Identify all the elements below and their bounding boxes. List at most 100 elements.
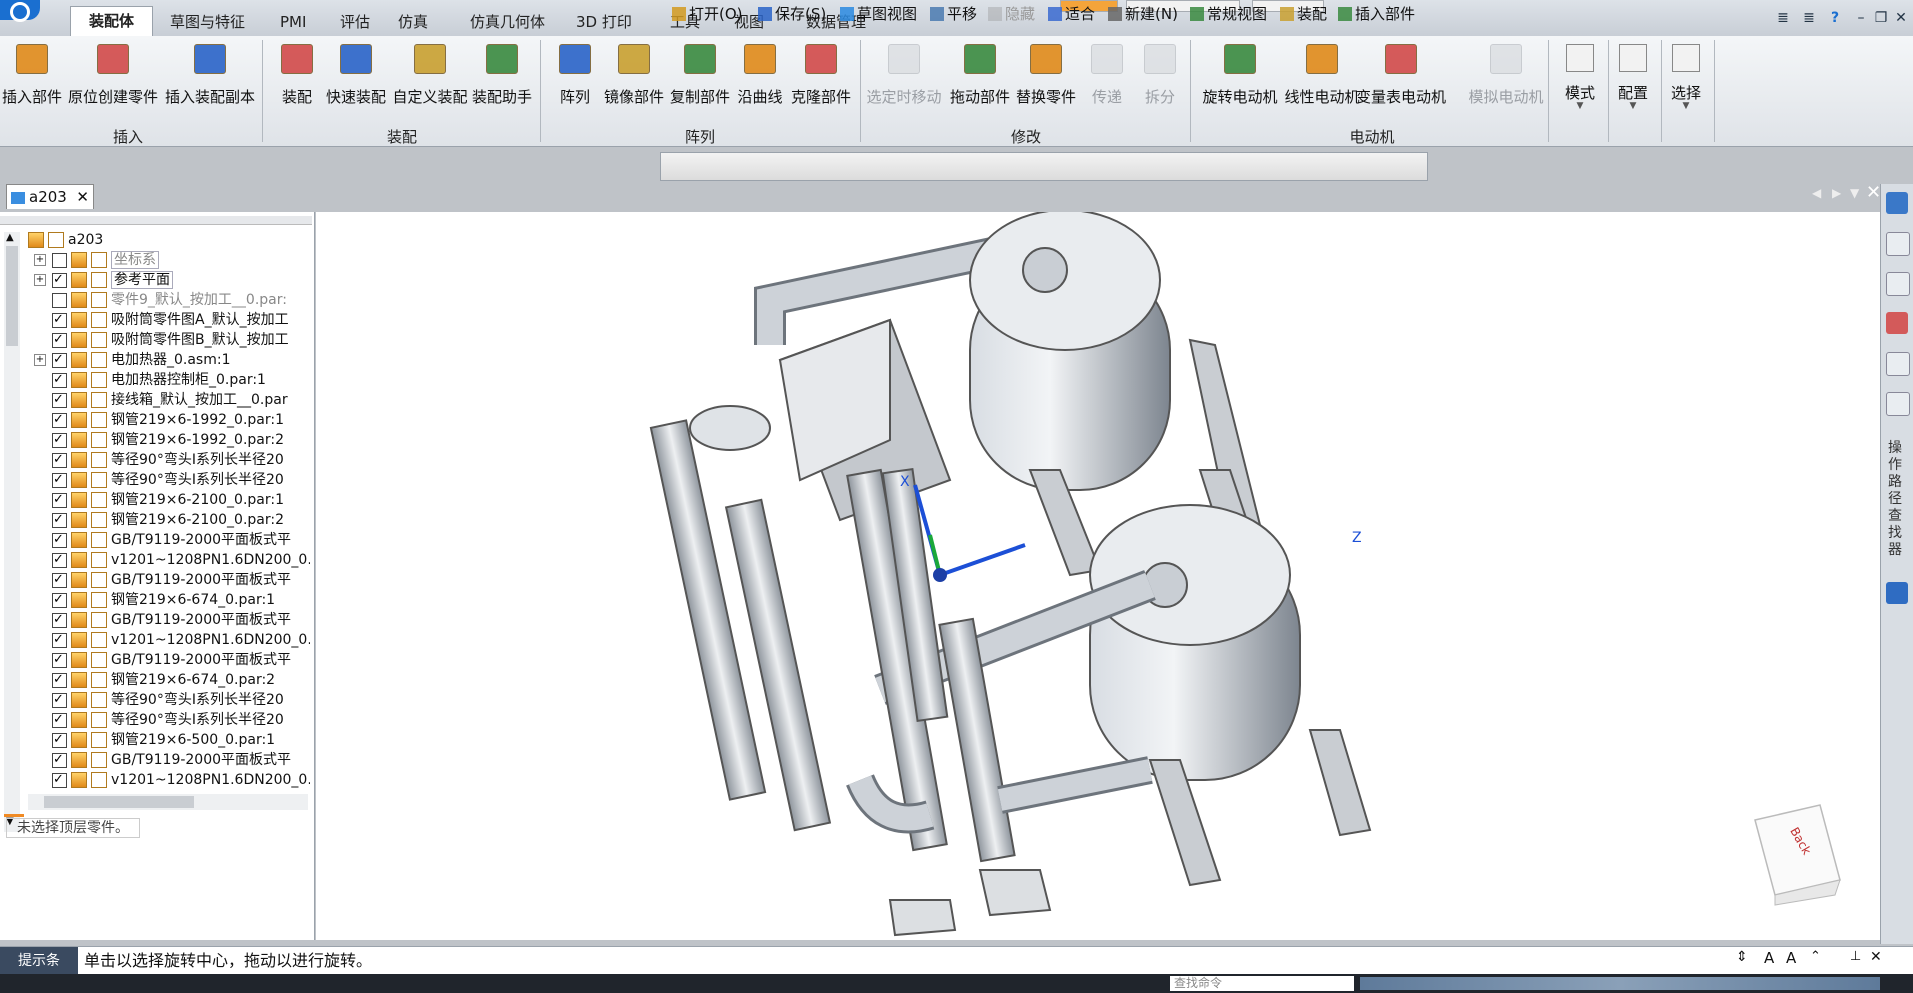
quickbar-item[interactable]: 新建(N) xyxy=(1108,3,1178,25)
close-window-icon[interactable]: ✕ xyxy=(1866,182,1881,203)
command-search-input[interactable]: 查找命令 xyxy=(1170,976,1354,991)
library-icon[interactable] xyxy=(1886,232,1910,256)
visibility-checkbox[interactable] xyxy=(52,630,67,650)
graphics-viewport[interactable]: Z X Back xyxy=(316,209,1880,940)
pathfinder-vertical-tab[interactable]: 操作路径查找器 xyxy=(1888,440,1906,559)
app-logo[interactable] xyxy=(0,0,40,22)
help-panel-icon[interactable] xyxy=(1886,192,1908,214)
tree-row[interactable]: +等径90°弯头I系列长半径20 xyxy=(34,450,310,470)
tree-row[interactable]: + 坐标系 xyxy=(34,250,310,270)
tree-row[interactable]: +GB/T9119-2000平面板式平 xyxy=(34,750,310,770)
quickbar-item[interactable]: 平移 xyxy=(930,3,977,25)
visibility-checkbox[interactable] xyxy=(52,530,67,550)
expand-toggle-icon[interactable]: + xyxy=(34,354,46,366)
font-size-small-icon[interactable]: A xyxy=(1786,949,1796,967)
quickbar-item[interactable]: 打开(O) xyxy=(672,3,743,25)
visibility-checkbox[interactable] xyxy=(52,510,67,530)
expand-toggle-icon[interactable]: + xyxy=(34,254,46,266)
quickbar-item[interactable]: 插入部件 xyxy=(1338,3,1415,25)
quickbar-item[interactable]: 草图视图 xyxy=(840,3,917,25)
ribbon-button[interactable]: 插入部件 xyxy=(0,44,77,118)
menu-tab[interactable]: 评估 xyxy=(322,8,388,36)
visibility-checkbox[interactable] xyxy=(52,570,67,590)
tree-row[interactable]: +v1201~1208PN1.6DN200_0.p xyxy=(34,630,310,650)
menu-tab[interactable]: 仿真几何体 xyxy=(452,8,563,36)
visibility-checkbox[interactable] xyxy=(52,750,67,770)
menu-tab[interactable]: 装配体 xyxy=(70,6,154,37)
color-icon[interactable] xyxy=(1886,312,1908,334)
tree-row[interactable]: +吸附筒零件图B_默认_按加工 xyxy=(34,330,310,350)
visibility-checkbox[interactable] xyxy=(52,610,67,630)
tree-row[interactable]: +等径90°弯头I系列长半径20 xyxy=(34,470,310,490)
menu-tab[interactable]: 3D 打印 xyxy=(558,8,650,36)
quickbar-item[interactable]: 适合 xyxy=(1048,3,1095,25)
view-icon[interactable] xyxy=(1886,392,1910,416)
visibility-checkbox[interactable] xyxy=(52,730,67,750)
close-icon[interactable]: ✕ xyxy=(1890,8,1912,28)
quickbar-item[interactable]: 常规视图 xyxy=(1190,3,1267,25)
tree-row[interactable]: +零件9_默认_按加工__0.par: xyxy=(34,290,310,310)
tree-row[interactable]: +GB/T9119-2000平面板式平 xyxy=(34,570,310,590)
tab-list-icon[interactable]: ▼ xyxy=(1850,186,1859,200)
tree-row[interactable]: +钢管219×6-2100_0.par:1 xyxy=(34,490,310,510)
tree-row[interactable]: +吸附筒零件图A_默认_按加工 xyxy=(34,310,310,330)
visibility-checkbox[interactable] xyxy=(52,270,67,290)
prompt-scroll-icon[interactable]: ⇕ xyxy=(1736,949,1748,965)
visibility-checkbox[interactable] xyxy=(52,430,67,450)
tree-row[interactable]: +v1201~1208PN1.6DN200_0.p xyxy=(34,770,310,790)
visibility-checkbox[interactable] xyxy=(52,450,67,470)
visibility-checkbox[interactable] xyxy=(52,370,67,390)
tree-row[interactable]: +GB/T9119-2000平面板式平 xyxy=(34,530,310,550)
quickbar-item[interactable]: 装配 xyxy=(1280,3,1327,25)
tree-row[interactable]: +接线箱_默认_按加工__0.par xyxy=(34,390,310,410)
tree-root[interactable]: a203 xyxy=(28,230,103,250)
tree-row[interactable]: +v1201~1208PN1.6DN200_0.p xyxy=(34,550,310,570)
pin-icon[interactable]: ⊥ xyxy=(1850,949,1861,964)
visibility-checkbox[interactable] xyxy=(52,330,67,350)
visibility-checkbox[interactable] xyxy=(52,670,67,690)
close-prompt-icon[interactable]: ✕ xyxy=(1870,949,1882,965)
tree-row[interactable]: +钢管219×6-1992_0.par:1 xyxy=(34,410,310,430)
tree-row[interactable]: +钢管219×6-674_0.par:2 xyxy=(34,670,310,690)
menu-tab[interactable]: 草图与特征 xyxy=(152,8,263,36)
ribbon-button[interactable]: 原位创建零件 xyxy=(68,44,158,118)
visibility-checkbox[interactable] xyxy=(52,310,67,330)
tree-row[interactable]: + 电加热器_0.asm:1 xyxy=(34,350,310,370)
ribbon-button[interactable]: 克隆部件 xyxy=(776,44,866,118)
close-tab-icon[interactable]: ✕ xyxy=(76,185,89,209)
visibility-checkbox[interactable] xyxy=(52,650,67,670)
tree-row[interactable]: + 参考平面 xyxy=(34,270,310,290)
menu-tab[interactable]: 仿真 xyxy=(380,8,446,36)
tree-row[interactable]: +钢管219×6-2100_0.par:2 xyxy=(34,510,310,530)
font-size-icon[interactable]: A xyxy=(1764,949,1774,967)
tools-icon[interactable] xyxy=(1886,352,1910,376)
visibility-checkbox[interactable] xyxy=(52,390,67,410)
layout-icon[interactable]: ≣ xyxy=(1798,8,1820,28)
restore-icon[interactable]: ❐ xyxy=(1870,8,1892,28)
panel-grip[interactable] xyxy=(0,216,312,225)
visibility-checkbox[interactable] xyxy=(52,550,67,570)
tree-row[interactable]: +等径90°弯头I系列长半径20 xyxy=(34,710,310,730)
view-tools-strip[interactable] xyxy=(1360,977,1880,990)
visibility-checkbox[interactable] xyxy=(52,590,67,610)
visibility-checkbox[interactable] xyxy=(52,490,67,510)
visibility-checkbox[interactable] xyxy=(52,252,67,268)
minimize-icon[interactable]: – xyxy=(1850,8,1872,28)
visibility-checkbox[interactable] xyxy=(52,350,67,370)
ribbon-button[interactable]: 线性电动机 xyxy=(1277,44,1367,118)
help-icon[interactable]: ? xyxy=(1824,8,1846,28)
document-tab[interactable]: a203 ✕ xyxy=(6,184,94,209)
tree-row[interactable]: +电加热器控制柜_0.par:1 xyxy=(34,370,310,390)
tree-row[interactable]: +GB/T9119-2000平面板式平 xyxy=(34,650,310,670)
tree-vscroll-thumb[interactable] xyxy=(6,246,18,346)
feature-icon[interactable] xyxy=(1886,582,1908,604)
visibility-checkbox[interactable] xyxy=(52,470,67,490)
visibility-checkbox[interactable] xyxy=(52,770,67,790)
visibility-checkbox[interactable] xyxy=(52,410,67,430)
ribbon-button[interactable]: 变量表电动机 xyxy=(1356,44,1446,118)
tree-row[interactable]: +等径90°弯头I系列长半径20 xyxy=(34,690,310,710)
ribbon-button[interactable]: 旋转电动机 xyxy=(1195,44,1285,118)
tree-hscroll-thumb[interactable] xyxy=(44,796,194,808)
ribbon-button[interactable]: 配置 ▼ xyxy=(1605,44,1661,118)
tree-vscroll[interactable]: ▲ ▼ xyxy=(4,232,20,832)
